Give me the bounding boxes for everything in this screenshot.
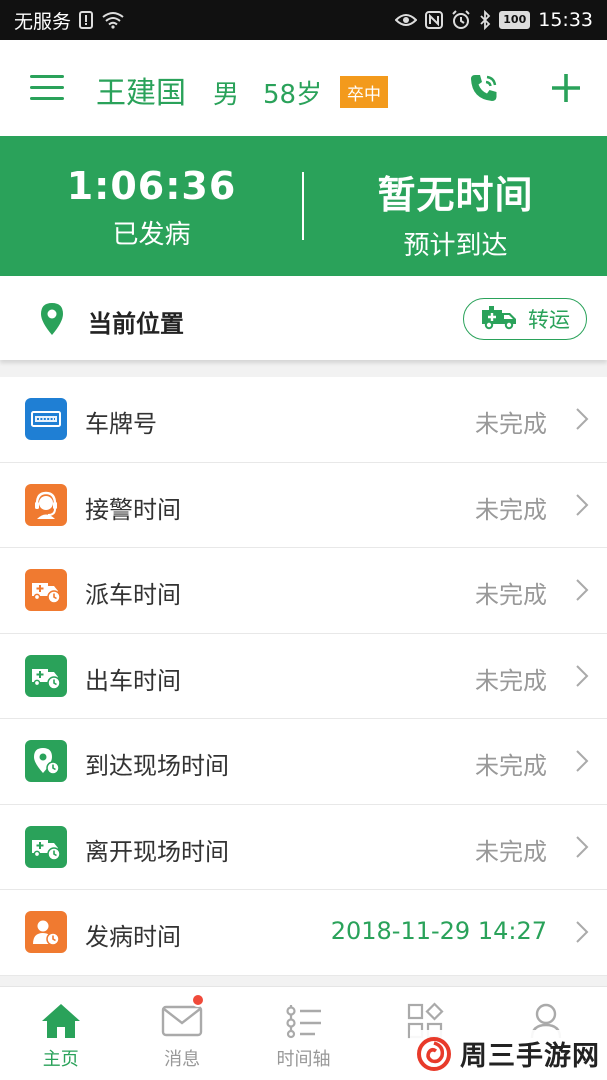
list-item-depart[interactable]: 出车时间 未完成 [0,633,607,719]
status-bar-right: 100 15:33 [395,9,593,31]
location-pin-icon [40,302,64,336]
chevron-right-icon [575,493,589,517]
alarm-icon [451,10,471,30]
eta-label: 预计到达 [403,231,508,261]
list-item-dispatch[interactable]: 派车时间 未完成 [0,548,607,634]
status-bar-left: 无服务 [14,7,125,34]
list-item-leave-scene[interactable]: 离开现场时间 未完成 [0,804,607,890]
list-item-status: 未完成 [475,666,547,695]
list-item-status: 未完成 [475,752,547,780]
license-plate-icon [25,398,67,440]
list-item-label: 派车时间 [85,581,181,609]
nav-timeline[interactable]: 时间轴 [243,987,364,1080]
chevron-right-icon [575,578,589,602]
menu-icon[interactable] [30,75,64,101]
nav-messages[interactable]: 消息 [121,987,242,1080]
status-bar: 无服务 100 15:33 [0,0,607,40]
ambulance-clock-icon [25,654,67,697]
list-item-label: 到达现场时间 [85,752,229,780]
list-item-label: 发病时间 [85,923,181,951]
eta-value: 暂无时间 [377,173,534,217]
chevron-right-icon [575,920,589,944]
nfc-icon [425,11,444,29]
list-item-onset[interactable]: 发病时间 2018-11-29 14:27 [0,890,607,976]
list-item-label: 离开现场时间 [85,837,229,866]
list-item-call-received[interactable]: 接警时间 未完成 [0,462,607,548]
nav-label: 消息 [164,1049,201,1070]
sim-alert-icon [79,11,94,29]
ambulance-icon [480,304,518,335]
timeline-list: 车牌号 未完成 接警时间 未完成 派车时间 未完成 出车时间 未完成 到达现场时… [0,377,607,976]
home-icon [39,1001,83,1041]
timer-banner: 1:06:36 已发病 暂无时间 预计到达 [0,136,607,276]
site-watermark: 周三手游网 [410,1030,606,1077]
chevron-right-icon [575,749,589,773]
watermark-text: 周三手游网 [460,1041,600,1072]
chevron-right-icon [575,407,589,431]
wifi-icon [101,11,125,29]
ambulance-clock-icon [25,825,67,868]
list-item-status: 未完成 [475,581,547,609]
location-clock-icon [25,740,67,782]
clock-text: 15:33 [538,9,593,31]
operator-headset-icon [25,483,67,526]
list-item-label: 接警时间 [85,495,181,524]
ambulance-clock-icon [25,569,67,611]
list-item-license-plate[interactable]: 车牌号 未完成 [0,377,607,463]
person-clock-icon [25,911,67,953]
watermark-logo-icon [416,1036,452,1072]
diagnosis-badge: 卒中 [340,76,388,108]
nav-label: 时间轴 [276,1049,331,1070]
patient-name: 王建国 [96,76,186,111]
transfer-button[interactable]: 转运 [463,298,587,340]
location-label: 当前位置 [88,310,184,338]
list-item-label: 车牌号 [85,410,157,438]
battery-icon: 100 [499,11,531,29]
elapsed-label: 已发病 [112,220,191,250]
bluetooth-icon [479,10,491,30]
list-item-status: 2018-11-29 14:27 [330,917,547,945]
list-item-arrive-scene[interactable]: 到达现场时间 未完成 [0,719,607,805]
elapsed-time: 1:06:36 [66,164,237,208]
chevron-right-icon [575,835,589,859]
list-item-status: 未完成 [475,837,547,866]
patient-sex: 男 [213,80,240,110]
eye-icon [395,13,418,27]
nav-label: 主页 [42,1049,79,1070]
carrier-text: 无服务 [14,10,72,33]
add-icon[interactable] [548,70,584,106]
eta-section: 暂无时间 预计到达 [304,136,607,276]
mail-icon [160,1001,204,1041]
list-item-label: 出车时间 [85,666,181,695]
elapsed-section: 1:06:36 已发病 [0,136,303,276]
transfer-label: 转运 [528,308,570,332]
patient-age: 58岁 [263,80,323,110]
chevron-right-icon [575,664,589,688]
timeline-icon [282,1001,326,1041]
nav-home[interactable]: 主页 [0,987,121,1080]
list-item-status: 未完成 [475,495,547,524]
app-header: 王建国 男 58岁 卒中 [0,40,607,136]
list-item-status: 未完成 [475,410,547,438]
phone-call-icon[interactable] [466,70,502,106]
current-location-card: 当前位置 转运 [0,276,607,360]
